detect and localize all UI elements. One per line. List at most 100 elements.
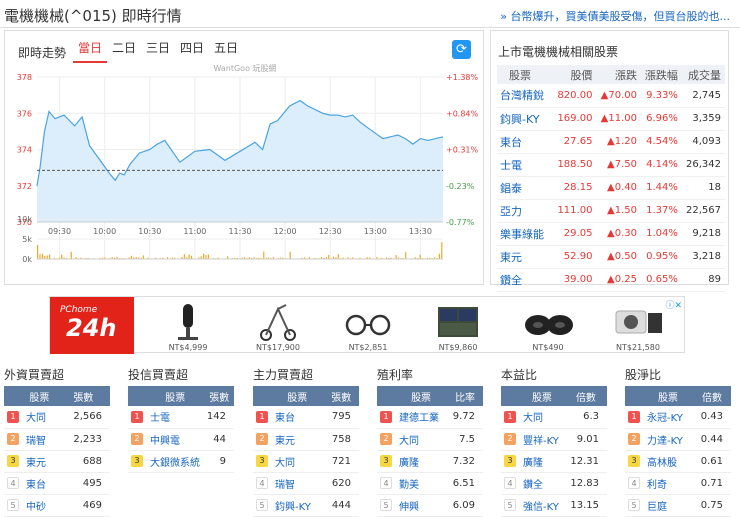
ranking-row[interactable]: 1 東台 795 [253, 406, 359, 429]
ranking-row[interactable]: 1 大同 6.3 [501, 406, 607, 429]
rank-badge: 4 [504, 477, 516, 489]
ranking-stock[interactable]: 巨庭 [643, 494, 694, 517]
ranking-stock[interactable]: 伸興 [395, 494, 448, 517]
stock-name[interactable]: 錩泰 [497, 176, 554, 200]
ranking-row[interactable]: 1 永冠-KY 0.43 [625, 406, 731, 429]
col-stock: 股票 [643, 386, 694, 406]
ranking-title: 投信買賣超 [128, 368, 189, 382]
stock-change: ▲1.50 [596, 199, 641, 223]
ranking-row[interactable]: 2 中興電 44 [128, 428, 234, 451]
ranking-stock[interactable]: 強信-KY [519, 494, 565, 517]
ranking-stock[interactable]: 大同 [395, 428, 448, 451]
ranking-row[interactable]: 5 巨庭 0.75 [625, 494, 731, 517]
ranking-row[interactable]: 5 伸興 6.09 [377, 494, 483, 517]
news-link[interactable]: » 台幣爆升，買美債美股受傷，但買台股的也... [500, 8, 730, 24]
ad-product[interactable]: NT$17,900 [238, 297, 318, 354]
ranking-row[interactable]: 2 大同 7.5 [377, 428, 483, 451]
ad-product[interactable]: NT$9,860 [418, 297, 498, 354]
related-row[interactable]: 樂事綠能 29.05 ▲0.30 1.04% 9,218 [497, 222, 725, 246]
ranking-row[interactable]: 5 鈞興-KY 444 [253, 494, 359, 517]
ranking-row[interactable]: 4 勤美 6.51 [377, 472, 483, 495]
stock-name[interactable]: 鑽全 [497, 268, 554, 292]
related-row[interactable]: 士電 188.50 ▲7.50 4.14% 26,342 [497, 153, 725, 177]
stock-name[interactable]: 東元 [497, 245, 554, 269]
ranking-stock[interactable]: 建德工業 [395, 406, 448, 429]
tab-2-day[interactable]: 二日 [107, 41, 141, 63]
related-row[interactable]: 鑽全 39.00 ▲0.25 0.65% 89 [497, 268, 725, 292]
stock-name[interactable]: 士電 [497, 153, 554, 177]
ranking-stock[interactable]: 大銀微系統 [146, 450, 205, 473]
ranking-stock[interactable]: 高林股 [643, 450, 694, 473]
ranking-row[interactable]: 1 建德工業 9.72 [377, 406, 483, 429]
ranking-row[interactable]: 3 高林股 0.61 [625, 450, 731, 473]
stock-name[interactable]: 東台 [497, 130, 554, 154]
ranking-stock[interactable]: 勤美 [395, 472, 448, 495]
stock-name[interactable]: 台灣精銳 [497, 84, 554, 108]
rank-number: 2 [4, 428, 22, 451]
ad-product[interactable]: NT$490 [508, 297, 588, 354]
ranking-stock[interactable]: 大同 [519, 406, 565, 429]
related-row[interactable]: 錩泰 28.15 ▲0.40 1.44% 18 [497, 176, 725, 200]
related-row[interactable]: 鈞興-KY 169.00 ▲11.00 6.96% 3,359 [497, 107, 725, 131]
x-tick-label: 10:30 [138, 227, 161, 236]
ranking-row[interactable]: 4 鑽全 12.83 [501, 472, 607, 495]
tab-4-day[interactable]: 四日 [175, 41, 209, 63]
ranking-row[interactable]: 3 東元 688 [4, 450, 110, 473]
ad-product[interactable]: NT$2,851 [328, 297, 408, 354]
ranking-stock[interactable]: 中砂 [22, 494, 57, 517]
related-row[interactable]: 台灣精銳 820.00 ▲70.00 9.33% 2,745 [497, 84, 725, 108]
pchome-logo[interactable]: PChome 24h [50, 297, 134, 354]
ranking-stock[interactable]: 士電 [146, 406, 205, 429]
ranking-row[interactable]: 3 大銀微系統 9 [128, 450, 234, 473]
close-icon[interactable]: ⓘ✕ [665, 298, 682, 311]
tab-3-day[interactable]: 三日 [141, 41, 175, 63]
stock-name[interactable]: 樂事綠能 [497, 222, 554, 246]
ranking-stock[interactable]: 東元 [271, 428, 324, 451]
ad-banner[interactable]: PChome 24h NT$4,999 NT$17,900 NT$2,851 NT$9… [49, 296, 685, 354]
ranking-row[interactable]: 3 大同 721 [253, 450, 359, 473]
ranking-stock[interactable]: 豐祥-KY [519, 428, 565, 451]
ranking-row[interactable]: 5 強信-KY 13.15 [501, 494, 607, 517]
related-row[interactable]: 亞力 111.00 ▲1.50 1.37% 22,567 [497, 199, 725, 223]
ranking-row[interactable]: 3 廣隆 12.31 [501, 450, 607, 473]
tab-1-day[interactable]: 當日 [73, 41, 107, 63]
ranking-stock[interactable]: 大同 [22, 406, 57, 429]
stock-change: ▲0.50 [596, 245, 641, 269]
ranking-row[interactable]: 4 利奇 0.71 [625, 472, 731, 495]
ranking-row[interactable]: 2 豐祥-KY 9.01 [501, 428, 607, 451]
ranking-row[interactable]: 2 東元 758 [253, 428, 359, 451]
ranking-row[interactable]: 4 東台 495 [4, 472, 110, 495]
tab-5-day[interactable]: 五日 [209, 41, 243, 63]
ranking-stock[interactable]: 東元 [22, 450, 57, 473]
ranking-stock[interactable]: 中興電 [146, 428, 205, 451]
ranking-stock[interactable]: 瑞智 [271, 472, 324, 495]
ranking-stock[interactable]: 利奇 [643, 472, 694, 495]
ranking-row[interactable]: 1 士電 142 [128, 406, 234, 429]
ranking-stock[interactable]: 鑽全 [519, 472, 565, 495]
ranking-stock[interactable]: 廣隆 [519, 450, 565, 473]
ranking-stock[interactable]: 東台 [22, 472, 57, 495]
ranking-stock[interactable]: 鈞興-KY [271, 494, 324, 517]
volume-bar [438, 253, 440, 259]
ranking-stock[interactable]: 廣隆 [395, 450, 448, 473]
ad-product[interactable]: NT$4,999 [148, 297, 228, 354]
ranking-row[interactable]: 4 瑞智 620 [253, 472, 359, 495]
chart-watermark: WantGoo 玩股網 [213, 63, 276, 73]
related-row[interactable]: 東元 52.90 ▲0.50 0.95% 3,218 [497, 245, 725, 269]
rank-badge: 3 [7, 455, 19, 467]
refresh-icon[interactable]: ⟳ [452, 40, 471, 59]
related-row[interactable]: 東台 27.65 ▲1.20 4.54% 4,093 [497, 130, 725, 154]
ranking-stock[interactable]: 永冠-KY [643, 406, 694, 429]
ranking-row[interactable]: 3 廣隆 7.32 [377, 450, 483, 473]
ranking-row[interactable]: 2 瑞智 2,233 [4, 428, 110, 451]
ranking-stock[interactable]: 東台 [271, 406, 324, 429]
ranking-stock[interactable]: 力達-KY [643, 428, 694, 451]
stock-name[interactable]: 亞力 [497, 199, 554, 223]
ranking-stock[interactable]: 大同 [271, 450, 324, 473]
ranking-row[interactable]: 1 大同 2,566 [4, 406, 110, 429]
chart-label: 即時走勢 [18, 46, 67, 60]
ranking-row[interactable]: 2 力達-KY 0.44 [625, 428, 731, 451]
ranking-stock[interactable]: 瑞智 [22, 428, 57, 451]
stock-name[interactable]: 鈞興-KY [497, 107, 554, 131]
ranking-row[interactable]: 5 中砂 469 [4, 494, 110, 517]
